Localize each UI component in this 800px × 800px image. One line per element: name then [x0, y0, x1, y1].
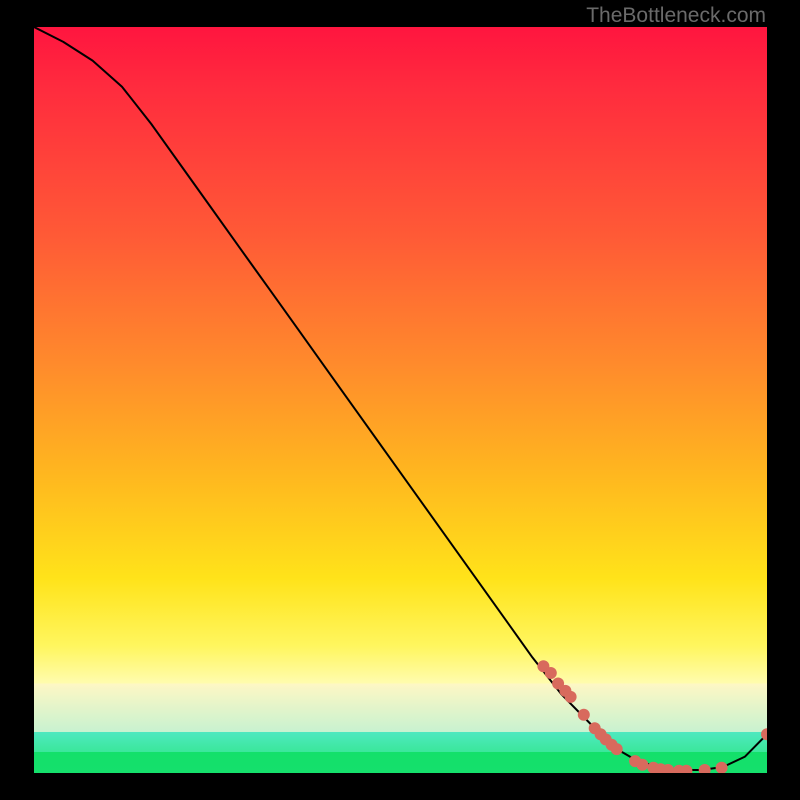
curve-marker: [673, 765, 685, 773]
curve-marker: [537, 660, 549, 672]
curve-marker: [600, 733, 612, 745]
curve-marker: [559, 685, 571, 697]
bottleneck-curve: [34, 27, 767, 770]
curve-marker: [611, 743, 623, 755]
curve-marker: [699, 764, 711, 773]
curve-marker: [716, 762, 728, 773]
curve-marker: [552, 678, 564, 690]
curve-marker: [662, 764, 674, 773]
curve-marker: [636, 759, 648, 771]
curve-marker: [680, 765, 692, 773]
curve-marker: [761, 728, 767, 740]
curve-marker: [545, 667, 557, 679]
curve-marker: [647, 762, 659, 773]
curve-marker: [606, 739, 618, 751]
curve-marker: [595, 728, 607, 740]
curve-marker: [655, 763, 667, 773]
plot-area: [34, 27, 767, 773]
chart-frame: TheBottleneck.com: [0, 0, 800, 800]
curve-marker: [578, 709, 590, 721]
curve-marker: [565, 691, 577, 703]
curve-svg: [34, 27, 767, 773]
curve-marker: [589, 722, 601, 734]
curve-marker: [629, 755, 641, 767]
watermark-text: TheBottleneck.com: [586, 4, 766, 28]
curve-markers: [537, 660, 767, 773]
